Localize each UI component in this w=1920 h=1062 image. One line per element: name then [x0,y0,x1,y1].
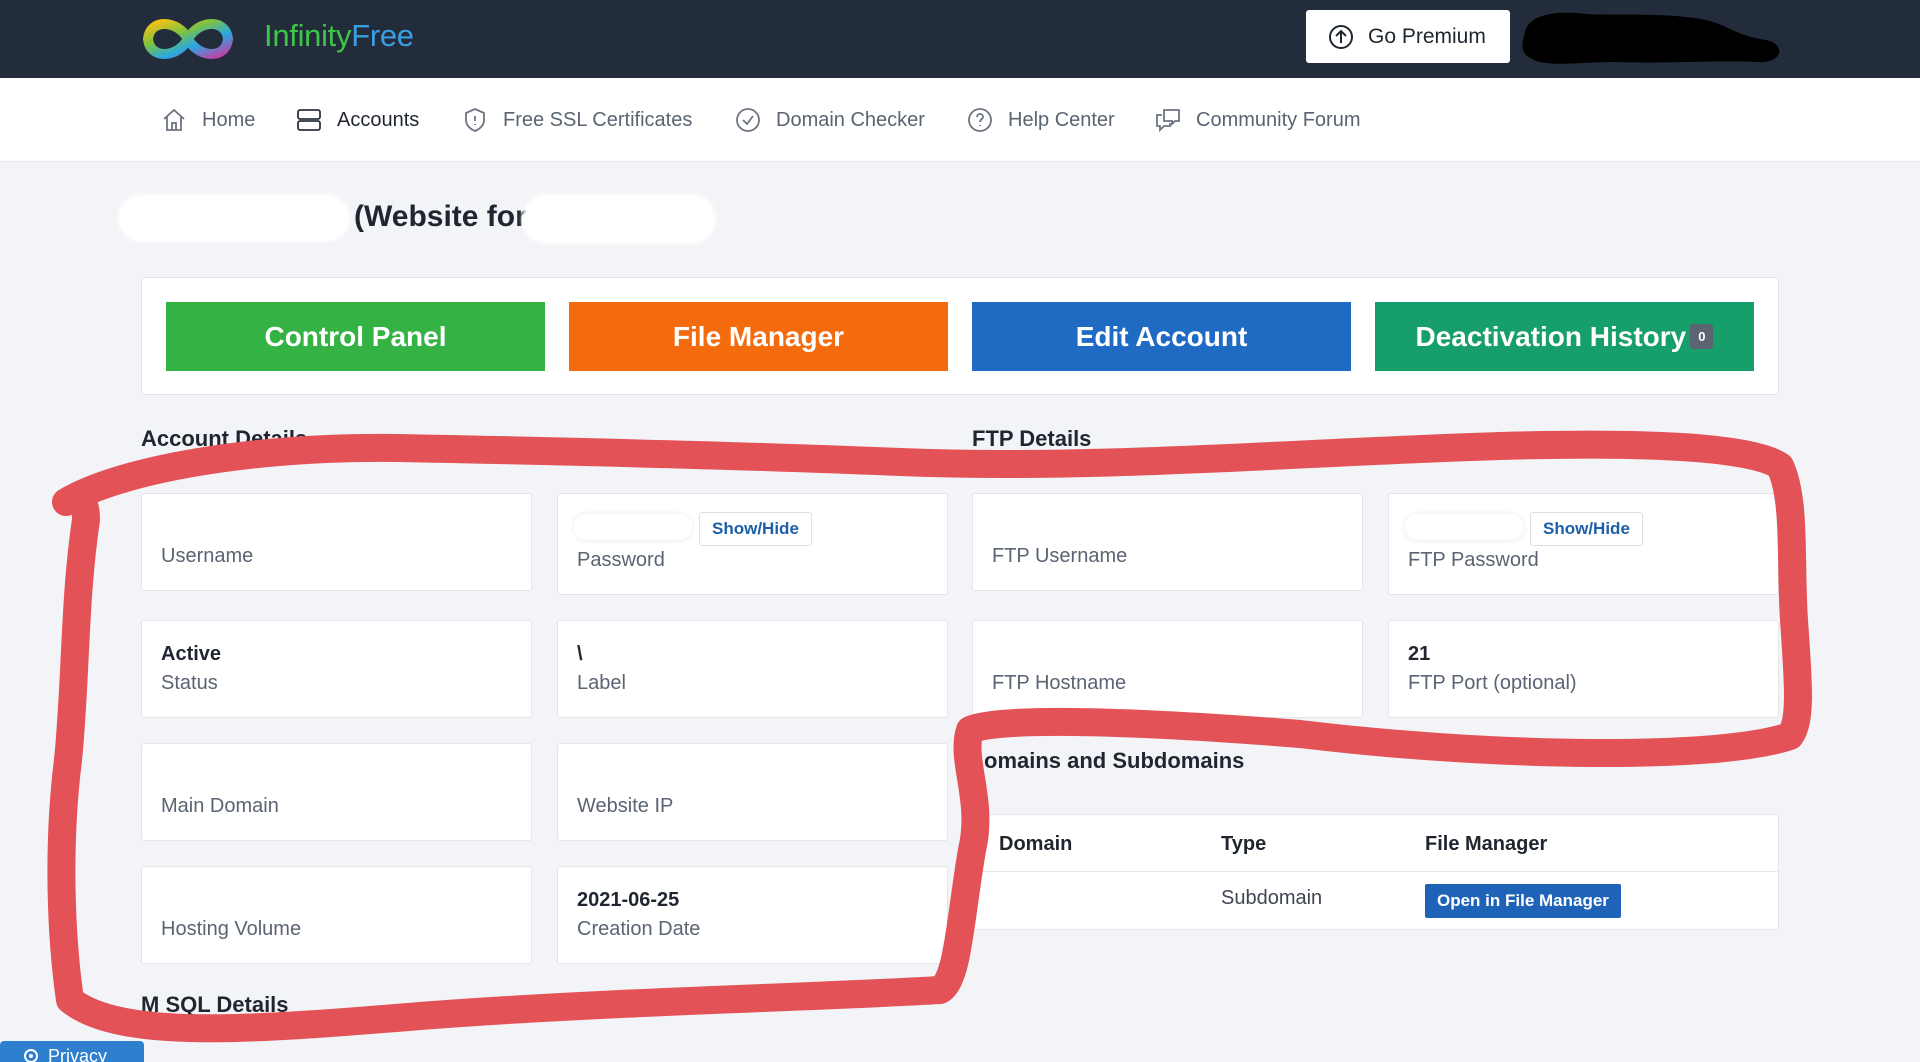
ftp-password-card: Show/Hide FTP Password [1388,493,1779,595]
creation-date-label: Creation Date [577,918,701,940]
website-ip-label: Website IP [577,795,674,817]
ftp-port-value: 21 [1408,643,1431,665]
username-label: Username [161,545,254,567]
creation-date-card: 2021-06-25 Creation Date [557,866,948,964]
account-details-heading: Account Details [141,426,308,451]
password-show-hide-button[interactable]: Show/Hide [699,512,812,546]
redacted-domain-name [522,194,716,244]
main-domain-card: Main Domain [141,743,532,841]
label-card: \ Label [557,620,948,718]
table-divider [973,871,1778,872]
mysql-details-heading: M SQL Details [141,992,289,1017]
home-icon [163,108,185,131]
username-card: Username [141,493,532,591]
creation-date-value: 2021-06-25 [577,889,680,911]
deactivation-history-button[interactable]: Deactivation History 0 [1375,302,1754,371]
hosting-volume-label: Hosting Volume [161,918,302,940]
column-header-domain: Domain [999,833,1073,855]
brand-name[interactable]: InfinityFree [264,18,414,54]
privacy-tab[interactable]: Privacy [0,1041,144,1062]
page-title: (Website for [354,200,527,233]
label-label: Label [577,672,626,694]
go-premium-button[interactable]: Go Premium [1306,10,1510,63]
password-card: Show/Hide Password [557,493,948,595]
redacted-account-name [118,194,350,242]
redacted-ftp-password [1405,514,1523,540]
hosting-volume-card: Hosting Volume [141,866,532,964]
ftp-password-label: FTP Password [1408,549,1539,571]
file-manager-button[interactable]: File Manager [569,302,948,371]
nav-item-home[interactable]: Home [160,78,255,162]
main-domain-label: Main Domain [161,795,279,817]
main-nav: Home Accounts Free SSL Certificates Doma… [0,78,1920,162]
label-value: \ [577,643,583,665]
ftp-username-label: FTP Username [992,545,1128,567]
ftp-details-heading: FTP Details [972,426,1092,451]
infinity-logo-icon[interactable] [138,10,238,68]
redacted-user-menu[interactable] [1516,6,1788,68]
nav-item-community-forum[interactable]: Community Forum [1154,78,1360,162]
domains-heading: omains and Subdomains [984,748,1245,773]
nav-item-help-center[interactable]: Help Center [966,78,1115,162]
chat-icon [1156,109,1180,133]
ftp-hostname-card: FTP Hostname [972,620,1363,718]
nav-item-domain-checker[interactable]: Domain Checker [734,78,925,162]
open-in-file-manager-button[interactable]: Open in File Manager [1425,884,1621,918]
ftp-hostname-label: FTP Hostname [992,672,1127,694]
type-cell: Subdomain [1221,887,1323,909]
arrow-up-circle-icon [1329,24,1353,49]
nav-item-free-ssl[interactable]: Free SSL Certificates [461,78,692,162]
column-header-type: Type [1221,833,1267,855]
edit-account-button[interactable]: Edit Account [972,302,1351,371]
check-circle-icon [736,108,760,132]
status-value: Active [161,643,222,665]
password-label: Password [577,549,665,571]
shield-icon [465,108,485,132]
website-ip-card: Website IP [557,743,948,841]
top-bar: InfinityFree Go Premium [0,0,1920,78]
domains-table: Domain Type File Manager Subdomain Open … [972,814,1779,930]
server-icon [297,109,321,131]
ftp-password-show-hide-button[interactable]: Show/Hide [1530,512,1643,546]
ftp-port-card: 21 FTP Port (optional) [1388,620,1779,718]
status-card: Active Status [141,620,532,718]
gear-icon [24,1049,38,1062]
status-label: Status [161,672,218,694]
ftp-port-label: FTP Port (optional) [1408,672,1577,694]
column-header-file-manager: File Manager [1425,833,1548,855]
ftp-username-card: FTP Username [972,493,1363,591]
question-circle-icon [968,108,992,132]
redacted-password [574,514,692,540]
nav-item-accounts[interactable]: Accounts [295,78,419,162]
deactivation-count-badge: 0 [1690,324,1714,349]
control-panel-button[interactable]: Control Panel [166,302,545,371]
